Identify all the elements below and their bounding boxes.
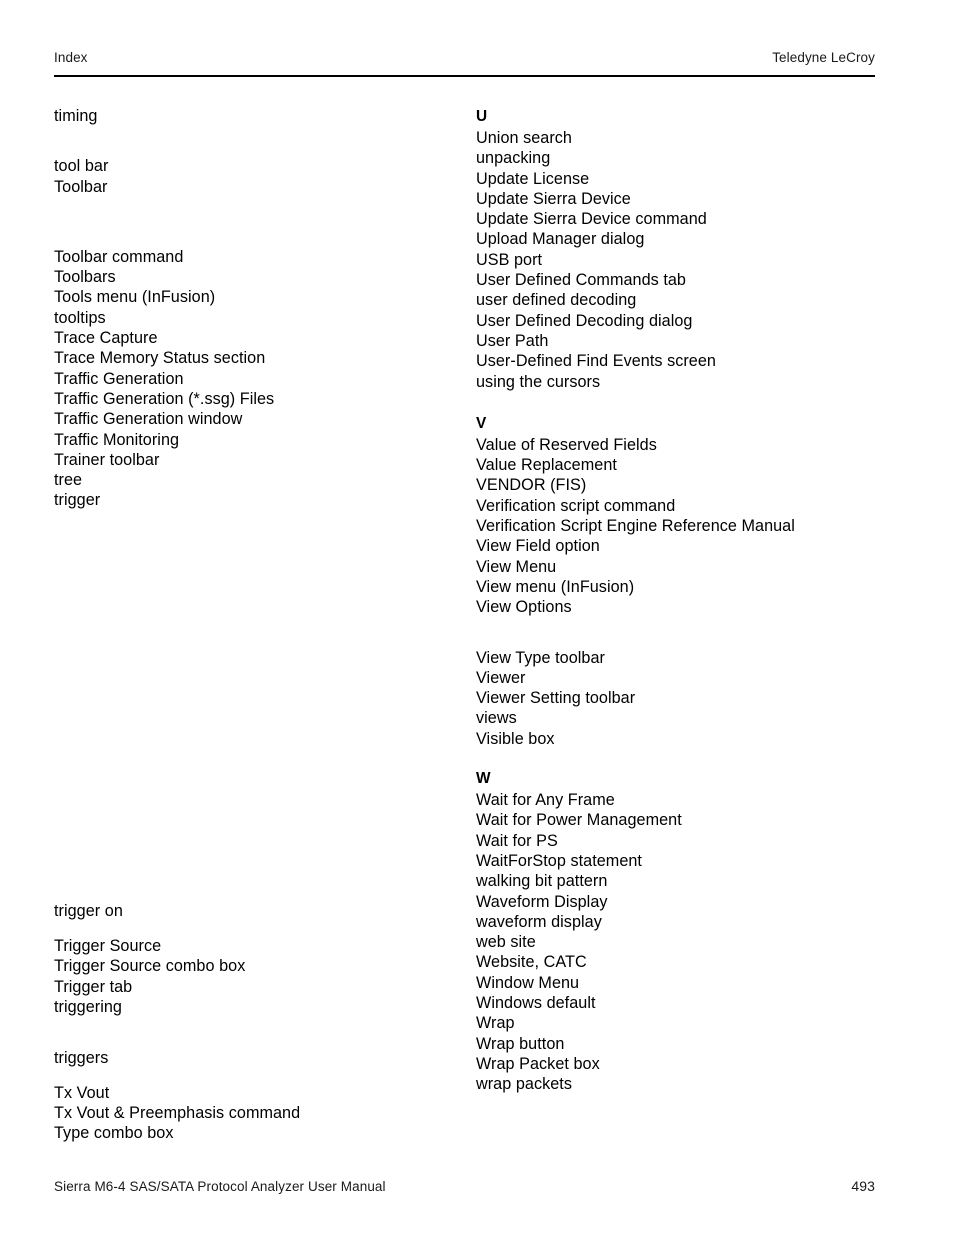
header-divider-rule [54, 75, 875, 77]
index-group-spacer [476, 618, 477, 648]
header-section-title: Index [54, 50, 88, 65]
footer-manual-title: Sierra M6-4 SAS/SATA Protocol Analyzer U… [54, 1179, 386, 1194]
index-entry[interactable]: USB port [476, 250, 906, 270]
index-group-spacer [54, 1017, 55, 1048]
index-entry[interactable]: Wrap button [476, 1034, 906, 1054]
index-entry[interactable]: Website, CATC [476, 952, 906, 972]
index-entry[interactable]: tool bar [54, 156, 454, 176]
footer-page-number: 493 [851, 1178, 875, 1194]
index-entry[interactable]: user defined decoding [476, 290, 906, 310]
index-entry[interactable]: Tools menu (InFusion) [54, 287, 454, 307]
index-letter-heading: V [476, 414, 487, 432]
index-letter-heading: W [476, 770, 491, 788]
index-entry[interactable]: Window Menu [476, 973, 906, 993]
index-columns: timing tool bar Toolbar Toolbar command Tool… [0, 106, 954, 1142]
index-entry[interactable]: tree [54, 470, 454, 490]
index-group-spacer [54, 126, 55, 156]
header-company-name: Teledyne LeCroy [772, 50, 875, 65]
index-entry[interactable]: Union search [476, 128, 906, 148]
index-entry[interactable]: Toolbars [54, 267, 454, 287]
index-entry[interactable]: User Path [476, 331, 906, 351]
index-entry[interactable]: Tx Vout & Preemphasis command [54, 1103, 454, 1123]
index-group-spacer [476, 749, 477, 768]
index-entry[interactable]: User Defined Commands tab [476, 270, 906, 290]
index-entry[interactable]: Traffic Generation window [54, 409, 454, 429]
index-entry[interactable]: WaitForStop statement [476, 851, 906, 871]
index-entry[interactable]: Trigger tab [54, 977, 454, 997]
index-entry[interactable]: Update Sierra Device command [476, 209, 906, 229]
index-entry[interactable]: View menu (InFusion) [476, 577, 906, 597]
index-entry[interactable]: User-Defined Find Events screen [476, 351, 906, 371]
index-entry[interactable]: Trigger Source [54, 936, 454, 956]
index-entry[interactable]: Value of Reserved Fields [476, 435, 906, 455]
index-entry[interactable]: Windows default [476, 993, 906, 1013]
index-entry[interactable]: Update Sierra Device [476, 189, 906, 209]
index-column-left: timing tool bar Toolbar Toolbar command Tool… [54, 106, 454, 1143]
index-entry[interactable]: Wrap [476, 1013, 906, 1033]
index-entry[interactable]: trigger on [54, 901, 454, 921]
index-page: Index Teledyne LeCroy timing tool bar Tool… [0, 0, 954, 1235]
index-entry[interactable]: User Defined Decoding dialog [476, 311, 906, 331]
index-entry[interactable]: VENDOR (FIS) [476, 475, 906, 495]
index-entry[interactable]: Wait for PS [476, 831, 906, 851]
index-entry[interactable]: using the cursors [476, 372, 906, 392]
index-entry[interactable]: Value Replacement [476, 455, 906, 475]
index-entry[interactable]: wrap packets [476, 1074, 906, 1094]
index-entry[interactable]: Trigger Source combo box [54, 956, 454, 976]
index-entry[interactable]: Wait for Any Frame [476, 790, 906, 810]
index-entry[interactable]: Toolbar command [54, 247, 454, 267]
index-group-spacer [54, 921, 55, 936]
index-letter-heading: U [476, 108, 488, 125]
index-group-spacer [476, 392, 477, 413]
index-entry[interactable]: views [476, 708, 906, 728]
index-entry[interactable]: Toolbar [54, 177, 454, 197]
index-entry[interactable]: Traffic Generation (*.ssg) Files [54, 389, 454, 409]
index-group-spacer [54, 1069, 55, 1083]
index-entry[interactable]: triggers [54, 1048, 454, 1068]
index-entry[interactable]: Viewer Setting toolbar [476, 688, 906, 708]
index-entry[interactable]: Wait for Power Management [476, 810, 906, 830]
index-entry[interactable]: View Menu [476, 557, 906, 577]
index-entry[interactable]: unpacking [476, 148, 906, 168]
index-entry[interactable]: Update License [476, 169, 906, 189]
index-entry[interactable]: Verification Script Engine Reference Man… [476, 516, 906, 536]
index-entry[interactable]: Traffic Monitoring [54, 430, 454, 450]
index-entry[interactable]: View Field option [476, 536, 906, 556]
index-entry[interactable]: trigger [54, 490, 454, 510]
index-entry[interactable]: timing [54, 106, 454, 126]
index-group-spacer [54, 197, 55, 247]
page-footer: Sierra M6-4 SAS/SATA Protocol Analyzer U… [54, 1178, 875, 1194]
index-entry[interactable]: Verification script command [476, 496, 906, 516]
index-entry[interactable]: Visible box [476, 729, 906, 749]
index-entry[interactable]: Waveform Display [476, 892, 906, 912]
index-entry[interactable]: Trainer toolbar [54, 450, 454, 470]
index-entry[interactable]: Viewer [476, 668, 906, 688]
index-entry[interactable]: Tx Vout [54, 1083, 454, 1103]
index-entry[interactable]: Upload Manager dialog [476, 229, 906, 249]
index-entry[interactable]: triggering [54, 997, 454, 1017]
index-entry[interactable]: Type combo box [54, 1123, 454, 1143]
index-entry[interactable]: View Type toolbar [476, 648, 906, 668]
index-entry[interactable]: Trace Memory Status section [54, 348, 454, 368]
index-entry[interactable]: Wrap Packet box [476, 1054, 906, 1074]
index-entry[interactable]: Traffic Generation [54, 369, 454, 389]
index-entry[interactable]: walking bit pattern [476, 871, 906, 891]
index-entry[interactable]: waveform display [476, 912, 906, 932]
index-column-right: U Union search unpacking Update License Upda… [476, 106, 906, 1094]
index-entry[interactable]: web site [476, 932, 906, 952]
page-header: Index Teledyne LeCroy [54, 50, 875, 65]
index-entry[interactable]: Trace Capture [54, 328, 454, 348]
index-entry[interactable]: View Options [476, 597, 906, 617]
index-entry[interactable]: tooltips [54, 308, 454, 328]
index-group-spacer [54, 511, 55, 901]
